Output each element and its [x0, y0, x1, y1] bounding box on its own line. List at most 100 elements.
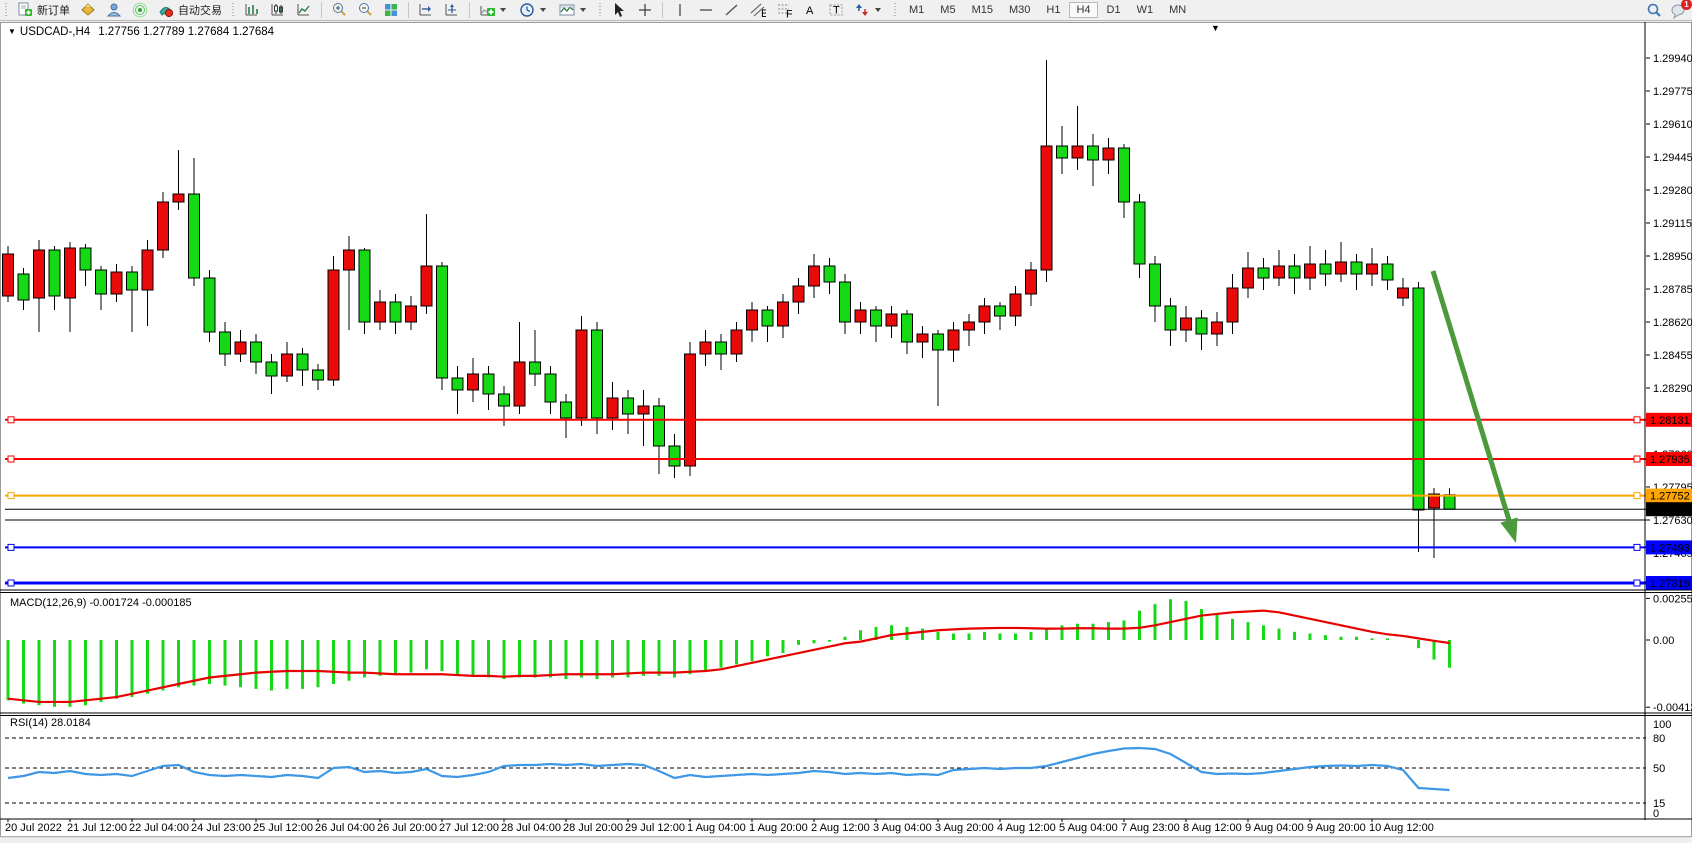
horizontal-line-icon: [698, 2, 714, 18]
hline-handle-right[interactable]: [1634, 417, 1640, 423]
svg-text:T: T: [833, 5, 840, 17]
svg-text:4 Aug 12:00: 4 Aug 12:00: [997, 822, 1056, 834]
hline-handle-left[interactable]: [8, 417, 14, 423]
svg-text:28 Jul 04:00: 28 Jul 04:00: [501, 822, 561, 834]
svg-text:1.29940: 1.29940: [1653, 53, 1692, 65]
svg-text:1.27493: 1.27493: [1650, 542, 1690, 554]
svg-text:-0.004124: -0.004124: [1653, 702, 1692, 714]
svg-text:F: F: [786, 9, 792, 19]
equidistant-channel-icon: E: [750, 2, 766, 18]
svg-text:26 Jul 20:00: 26 Jul 20:00: [377, 822, 437, 834]
svg-text:3 Aug 04:00: 3 Aug 04:00: [873, 822, 932, 834]
period-dropdown-arrow[interactable]: [540, 8, 546, 12]
svg-text:28 Jul 20:00: 28 Jul 20:00: [563, 822, 623, 834]
arrows-dropdown-arrow[interactable]: [875, 8, 881, 12]
bar-chart-button[interactable]: [239, 1, 265, 20]
zoom-out-button[interactable]: [352, 1, 378, 20]
horizontal-line-tool-button[interactable]: [693, 1, 719, 20]
template-button[interactable]: [554, 1, 594, 20]
chart-ohlc-quotes: 1.27756 1.27789 1.27684 1.27684: [98, 26, 274, 38]
toolbar-grip[interactable]: [598, 3, 602, 18]
trendline-icon: [724, 2, 740, 18]
tile-windows-button[interactable]: [378, 1, 404, 20]
chart-symbol-period: USDCAD-,H4: [20, 26, 90, 38]
tab-d1[interactable]: D1: [1100, 2, 1128, 18]
profile-button[interactable]: [101, 1, 127, 20]
fibonacci-tool-button[interactable]: F: [771, 1, 797, 20]
tab-m5[interactable]: M5: [933, 2, 962, 18]
hline-handle-left[interactable]: [8, 580, 14, 586]
svg-text:A: A: [806, 5, 814, 17]
add-indicator-button[interactable]: [474, 1, 514, 20]
tab-h4[interactable]: H4: [1069, 2, 1097, 18]
chart-window: ▼ USDCAD-,H4 1.27756 1.27789 1.27684 1.276…: [0, 22, 1692, 843]
new-order-button[interactable]: 新订单: [12, 1, 75, 20]
trendline-tool-button[interactable]: [719, 1, 745, 20]
svg-text:1.27315: 1.27315: [1650, 578, 1690, 590]
line-chart-button[interactable]: [291, 1, 317, 20]
tile-windows-icon: [383, 2, 399, 18]
svg-text:29 Jul 12:00: 29 Jul 12:00: [625, 822, 685, 834]
tab-w1[interactable]: W1: [1130, 2, 1161, 18]
svg-text:0: 0: [1653, 808, 1659, 820]
chart-canvas[interactable]: 1.299401.297751.296101.294451.292801.291…: [0, 22, 1692, 843]
svg-text:80: 80: [1653, 733, 1665, 745]
gold-icon: [80, 2, 96, 18]
hline-handle-right[interactable]: [1634, 544, 1640, 550]
notifications-icon[interactable]: 1: [1670, 3, 1686, 19]
arrows-tool-button[interactable]: [849, 1, 889, 20]
chart-collapse-marker[interactable]: ▼: [1211, 23, 1220, 33]
svg-text:1.28950: 1.28950: [1653, 251, 1692, 263]
gold-button[interactable]: [75, 1, 101, 20]
toolbar-grip[interactable]: [4, 3, 8, 18]
hline-handle-right[interactable]: [1634, 493, 1640, 499]
crosshair-window-button[interactable]: [439, 1, 465, 20]
text-icon: A: [802, 2, 818, 18]
svg-text:1.29445: 1.29445: [1653, 152, 1692, 164]
svg-text:9 Aug 20:00: 9 Aug 20:00: [1307, 822, 1366, 834]
toolbar-grip[interactable]: [893, 3, 897, 18]
svg-text:1.28455: 1.28455: [1653, 350, 1692, 362]
tab-mn[interactable]: MN: [1162, 2, 1193, 18]
svg-text:1.28785: 1.28785: [1653, 284, 1692, 296]
svg-text:20 Jul 2022: 20 Jul 2022: [5, 822, 62, 834]
text-tool-button[interactable]: A: [797, 1, 823, 20]
tab-h1[interactable]: H1: [1039, 2, 1067, 18]
add-indicator-dropdown-arrow[interactable]: [500, 8, 506, 12]
svg-text:5 Aug 04:00: 5 Aug 04:00: [1059, 822, 1118, 834]
svg-text:27 Jul 12:00: 27 Jul 12:00: [439, 822, 499, 834]
template-dropdown-arrow[interactable]: [580, 8, 586, 12]
text-label-tool-button[interactable]: T: [823, 1, 849, 20]
svg-text:7 Aug 23:00: 7 Aug 23:00: [1121, 822, 1180, 834]
hline-handle-right[interactable]: [1634, 580, 1640, 586]
zoom-in-button[interactable]: [326, 1, 352, 20]
svg-text:1.27630: 1.27630: [1653, 515, 1692, 527]
equidistant-channel-tool-button[interactable]: E: [745, 1, 771, 20]
rsi-indicator-label: RSI(14) 28.0184: [10, 717, 91, 729]
period-button[interactable]: [514, 1, 554, 20]
hline-handle-left[interactable]: [8, 544, 14, 550]
zoom-in-icon: [331, 2, 347, 18]
search-icon[interactable]: [1646, 3, 1662, 19]
hline-handle-left[interactable]: [8, 493, 14, 499]
signal-icon: [132, 2, 148, 18]
indicator-window-button[interactable]: [413, 1, 439, 20]
candlestick-chart-button[interactable]: [265, 1, 291, 20]
tab-m1[interactable]: M1: [902, 2, 931, 18]
candlestick-chart-icon: [270, 2, 286, 18]
svg-text:1.29280: 1.29280: [1653, 185, 1692, 197]
chart-dropdown-icon[interactable]: ▼: [8, 27, 16, 36]
template-icon: [559, 2, 575, 18]
tab-m15[interactable]: M15: [965, 2, 1000, 18]
line-chart-icon: [296, 2, 312, 18]
vertical-line-tool-button[interactable]: [667, 1, 693, 20]
crosshair-tool-button[interactable]: [632, 1, 658, 20]
signal-button[interactable]: [127, 1, 153, 20]
toolbar-grip[interactable]: [231, 3, 235, 18]
cursor-tool-button[interactable]: [606, 1, 632, 20]
hline-handle-right[interactable]: [1634, 456, 1640, 462]
autotrading-button[interactable]: 自动交易: [153, 1, 227, 20]
tab-m30[interactable]: M30: [1002, 2, 1037, 18]
hline-handle-left[interactable]: [8, 456, 14, 462]
svg-text:2 Aug 12:00: 2 Aug 12:00: [811, 822, 870, 834]
